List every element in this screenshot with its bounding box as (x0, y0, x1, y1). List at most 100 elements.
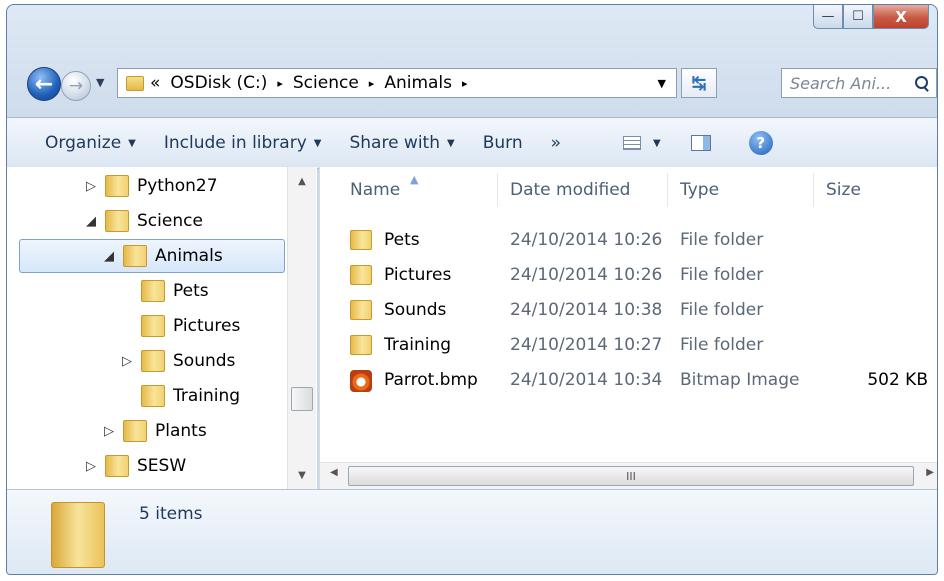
scroll-down-icon[interactable]: ▼ (288, 465, 316, 485)
tree-item-sesw[interactable]: ▷ SESW (83, 449, 186, 483)
refresh-button[interactable]: ↹ (681, 68, 717, 98)
include-in-library-button[interactable]: Include in library ▼ (164, 133, 322, 153)
folder-icon (105, 175, 129, 197)
chevron-down-icon: ▼ (313, 137, 322, 149)
search-placeholder: Search Ani... (790, 73, 892, 93)
folder-icon (350, 230, 372, 250)
folder-icon (141, 315, 165, 337)
scrollbar-grip: III (626, 469, 636, 483)
file-name: Pictures (384, 265, 452, 285)
back-button[interactable]: ← (27, 67, 61, 101)
file-date: 24/10/2014 10:38 (510, 300, 663, 320)
expand-icon[interactable]: ▷ (119, 354, 135, 369)
close-button[interactable]: X (873, 5, 929, 29)
item-count: 5 items (139, 504, 203, 524)
expand-icon[interactable]: ▷ (83, 459, 99, 474)
file-row-pets[interactable]: Pets 24/10/2014 10:26 File folder (350, 223, 937, 257)
folder-icon (126, 75, 144, 91)
breadcrumb-separator[interactable]: ▸ (277, 77, 283, 90)
file-name: Parrot.bmp (384, 370, 478, 390)
scrollbar-thumb[interactable] (291, 387, 313, 411)
breadcrumb-science[interactable]: Science (293, 73, 359, 93)
navigation-bar: ← → ▼ « OSDisk (C:) ▸ Science ▸ Animals … (17, 63, 937, 103)
more-chevron-icon: » (550, 133, 562, 153)
explorer-window: — ☐ X ← → ▼ « OSDisk (C:) ▸ Science ▸ An… (6, 4, 938, 575)
share-with-button[interactable]: Share with ▼ (349, 133, 454, 153)
scroll-left-icon[interactable]: ◀ (330, 467, 338, 478)
file-type: Bitmap Image (680, 370, 800, 390)
more-commands-button[interactable]: » (551, 133, 561, 153)
tree-item-sounds[interactable]: ▷ Sounds (119, 344, 235, 378)
tree-item-label: SESW (137, 456, 187, 476)
maximize-button[interactable]: ☐ (843, 5, 873, 29)
column-header-name[interactable]: Name (320, 173, 498, 207)
column-header-type[interactable]: Type (668, 173, 814, 207)
tree-item-plants[interactable]: ▷ Plants (101, 414, 207, 448)
tree-item-python27[interactable]: ▷ Python27 (83, 169, 218, 203)
address-bar[interactable]: « OSDisk (C:) ▸ Science ▸ Animals ▸ ▼ (117, 68, 677, 98)
folder-icon (105, 455, 129, 477)
column-header-date-modified[interactable]: Date modified (498, 173, 668, 207)
file-size: 502 KB (867, 370, 928, 390)
address-dropdown-icon[interactable]: ▼ (658, 77, 666, 90)
details-pane: 5 items (7, 489, 937, 574)
search-input[interactable]: Search Ani... (781, 68, 937, 98)
breadcrumb-osdisk[interactable]: OSDisk (C:) (170, 73, 267, 93)
recent-pages-dropdown[interactable]: ▼ (96, 76, 104, 89)
preview-pane-icon[interactable] (690, 135, 711, 151)
command-bar: Organize ▼ Include in library ▼ Share with… (7, 117, 937, 169)
navigation-pane-scrollbar[interactable]: ▲ ▼ (287, 167, 316, 489)
file-row-parrot-bmp[interactable]: Parrot.bmp 24/10/2014 10:34 Bitmap Image… (350, 363, 937, 397)
folder-icon (350, 335, 372, 355)
file-type: File folder (680, 230, 764, 250)
change-view-icon[interactable] (623, 136, 642, 150)
file-list-horizontal-scrollbar[interactable]: ◀ III ▶ (320, 462, 937, 489)
expand-icon[interactable]: ▷ (101, 424, 117, 439)
burn-button[interactable]: Burn (483, 133, 523, 153)
bitmap-icon (350, 370, 372, 392)
tree-item-label: Pets (173, 281, 209, 301)
file-name: Sounds (384, 300, 447, 320)
expand-icon[interactable]: ▷ (83, 179, 99, 194)
chevron-down-icon: ▼ (447, 137, 455, 149)
search-icon[interactable] (915, 76, 929, 90)
breadcrumb-animals[interactable]: Animals (384, 73, 452, 93)
file-name: Training (384, 335, 452, 355)
tree-item-training[interactable]: Training (119, 379, 240, 413)
refresh-icon: ↹ (691, 72, 707, 94)
tree-item-science[interactable]: ◢ Science (83, 204, 203, 238)
folder-icon (141, 385, 165, 407)
tree-item-animals[interactable]: ◢ Animals (101, 239, 223, 273)
forward-button[interactable]: → (61, 71, 91, 101)
help-icon[interactable]: ? (748, 131, 773, 155)
tree-item-pets[interactable]: Pets (119, 274, 209, 308)
folder-icon (123, 420, 147, 442)
file-date: 24/10/2014 10:27 (510, 335, 663, 355)
share-label: Share with (349, 133, 440, 153)
file-list-pane: ▲ Name Date modified Type Size Pets 24/1… (319, 167, 937, 489)
tree-item-label: Plants (155, 421, 207, 441)
organize-button[interactable]: Organize ▼ (45, 133, 136, 153)
breadcrumb-overflow[interactable]: « (150, 73, 160, 93)
scroll-up-icon[interactable]: ▲ (288, 171, 316, 191)
file-date: 24/10/2014 10:34 (510, 370, 663, 390)
file-row-pictures[interactable]: Pictures 24/10/2014 10:26 File folder (350, 258, 937, 292)
scrollbar-thumb[interactable]: III (348, 466, 914, 486)
tree-item-label: Animals (155, 246, 223, 266)
column-header-size[interactable]: Size (814, 173, 937, 207)
file-row-training[interactable]: Training 24/10/2014 10:27 File folder (350, 328, 937, 362)
collapse-icon[interactable]: ◢ (83, 214, 99, 229)
file-date: 24/10/2014 10:26 (510, 265, 663, 285)
breadcrumb-separator[interactable]: ▸ (462, 77, 468, 90)
tree-item-pictures[interactable]: Pictures (119, 309, 240, 343)
include-label: Include in library (163, 133, 307, 153)
tree-item-label: Training (173, 386, 241, 406)
breadcrumb-separator[interactable]: ▸ (369, 77, 375, 90)
views-dropdown-icon[interactable]: ▼ (653, 138, 661, 149)
collapse-icon[interactable]: ◢ (101, 249, 117, 264)
scroll-right-icon[interactable]: ▶ (926, 467, 934, 478)
minimize-button[interactable]: — (813, 5, 843, 29)
file-row-sounds[interactable]: Sounds 24/10/2014 10:38 File folder (350, 293, 937, 327)
caption-buttons: — ☐ X (813, 5, 929, 29)
tree-item-label: Python27 (137, 176, 218, 196)
